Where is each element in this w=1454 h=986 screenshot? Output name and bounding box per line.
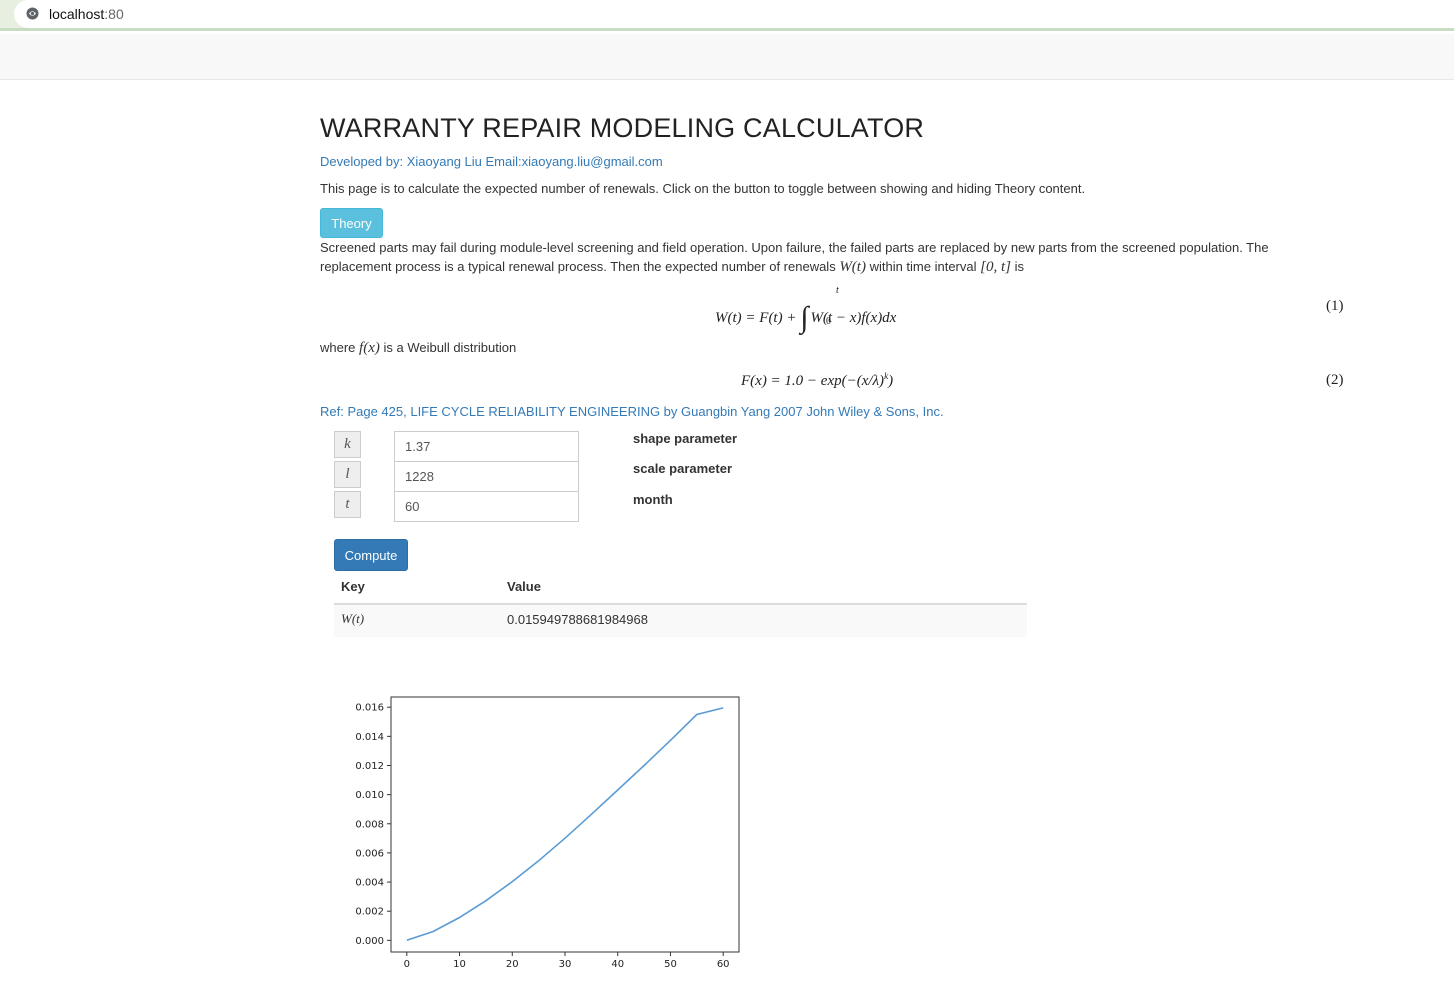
y-tick-label: 0.008 [355, 819, 384, 830]
param-l-label: l [334, 461, 361, 488]
page-title: WARRANTY REPAIR MODELING CALCULATOR [320, 113, 925, 143]
shape-parameter-input[interactable] [394, 431, 579, 462]
x-tick-label: 0 [404, 959, 410, 970]
x-tick-label: 10 [453, 959, 466, 970]
interval-symbol: [0, t] [980, 259, 1011, 275]
scale-parameter-label: scale parameter [633, 461, 733, 476]
y-tick-label: 0.014 [355, 732, 384, 743]
renewal-chart: 0 10 20 30 40 50 60 0.000 0.002 0.004 0.006 0.008 0.… [355, 696, 740, 970]
param-k-label: k [334, 431, 361, 458]
integral-upper-limit: t [836, 285, 839, 296]
where-text: where f(x) is a Weibull distribution [320, 340, 517, 356]
result-value: 0.015949788681984968 [507, 612, 648, 627]
reference-link[interactable]: Ref: Page 425, LIFE CYCLE RELIABILITY EN… [320, 404, 944, 419]
url-text: localhost:80 [49, 6, 124, 22]
header-value: Value [507, 579, 541, 594]
theory-paragraph: Screened parts may fail during module-le… [320, 240, 1269, 275]
w-t-symbol: W(t) [839, 259, 866, 275]
x-tick-label: 50 [664, 959, 677, 970]
theory-toggle-button[interactable]: Theory [320, 208, 383, 238]
y-tick-label: 0.006 [355, 848, 384, 859]
x-tick-label: 60 [717, 959, 730, 970]
param-t-label: t [334, 491, 361, 518]
scale-parameter-input[interactable] [394, 461, 579, 492]
compute-button[interactable]: Compute [334, 539, 408, 571]
developer-credit: Developed by: Xiaoyang Liu Email:xiaoyan… [320, 154, 663, 169]
x-tick-label: 20 [506, 959, 519, 970]
y-tick-label: 0.016 [355, 703, 384, 714]
y-tick-label: 0.004 [355, 878, 384, 889]
x-tick-label: 40 [611, 959, 624, 970]
equation-2: F(x) = 1.0 − exp(−(x/λ)k) [741, 371, 894, 389]
x-tick-label: 30 [559, 959, 572, 970]
header-key: Key [341, 579, 365, 594]
results-header: Key Value [334, 571, 1027, 605]
intro-text: This page is to calculate the expected n… [320, 181, 1086, 196]
equation-2-number: (2) [1326, 372, 1344, 388]
y-tick-label: 0.000 [355, 936, 384, 947]
site-info-icon[interactable] [26, 7, 39, 20]
address-bar[interactable]: localhost:80 [14, 0, 1454, 28]
y-tick-label: 0.002 [355, 907, 384, 918]
equation-1: W(t) = F(t) + ∫ W(t − x)f(x)dx [715, 301, 897, 334]
y-tick-label: 0.010 [355, 790, 384, 801]
top-navbar [0, 34, 1454, 80]
integral-lower-limit: 0 [826, 316, 831, 327]
month-label: month [633, 492, 673, 507]
integral-sign: ∫ [800, 301, 809, 334]
equation-1-number: (1) [1326, 298, 1344, 314]
browser-bar: localhost:80 [0, 0, 1454, 31]
y-tick-label: 0.012 [355, 761, 384, 772]
result-key: W(t) [341, 611, 365, 626]
shape-parameter-label: shape parameter [633, 431, 738, 446]
month-input[interactable] [394, 491, 579, 522]
table-row: W(t) 0.015949788681984968 [334, 605, 1027, 637]
plot-frame [390, 696, 740, 953]
